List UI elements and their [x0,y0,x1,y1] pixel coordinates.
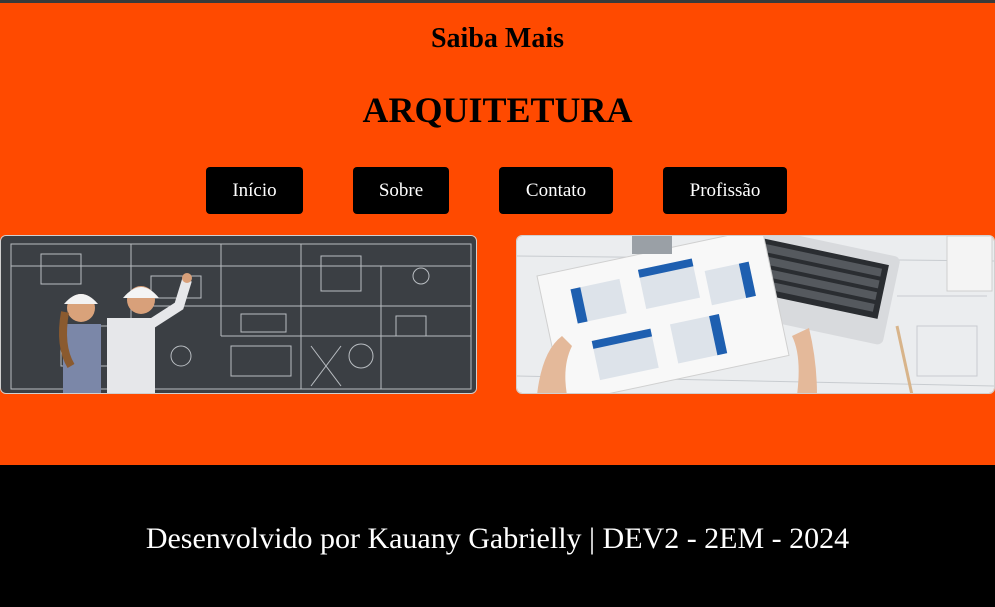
page-pretitle: Saiba Mais [430,23,565,54]
blueprint-illustration [1,236,476,393]
footer-credits: Desenvolvido por Kauany Gabrielly | DEV2… [145,522,850,555]
architects-blueprint-image [0,235,477,394]
nav-button-sobre[interactable]: Sobre [353,167,449,214]
main-section: Saiba Mais ARQUITETURA Início Sobre Cont… [0,3,995,465]
plans-illustration [517,236,994,393]
plans-laptop-image [516,235,995,394]
nav-button-inicio[interactable]: Início [206,167,303,214]
nav-button-contato[interactable]: Contato [499,167,613,214]
page-title: ARQUITETURA [362,90,633,130]
footer: Desenvolvido por Kauany Gabrielly | DEV2… [0,465,995,607]
nav-button-profissao[interactable]: Profissão [663,167,787,214]
